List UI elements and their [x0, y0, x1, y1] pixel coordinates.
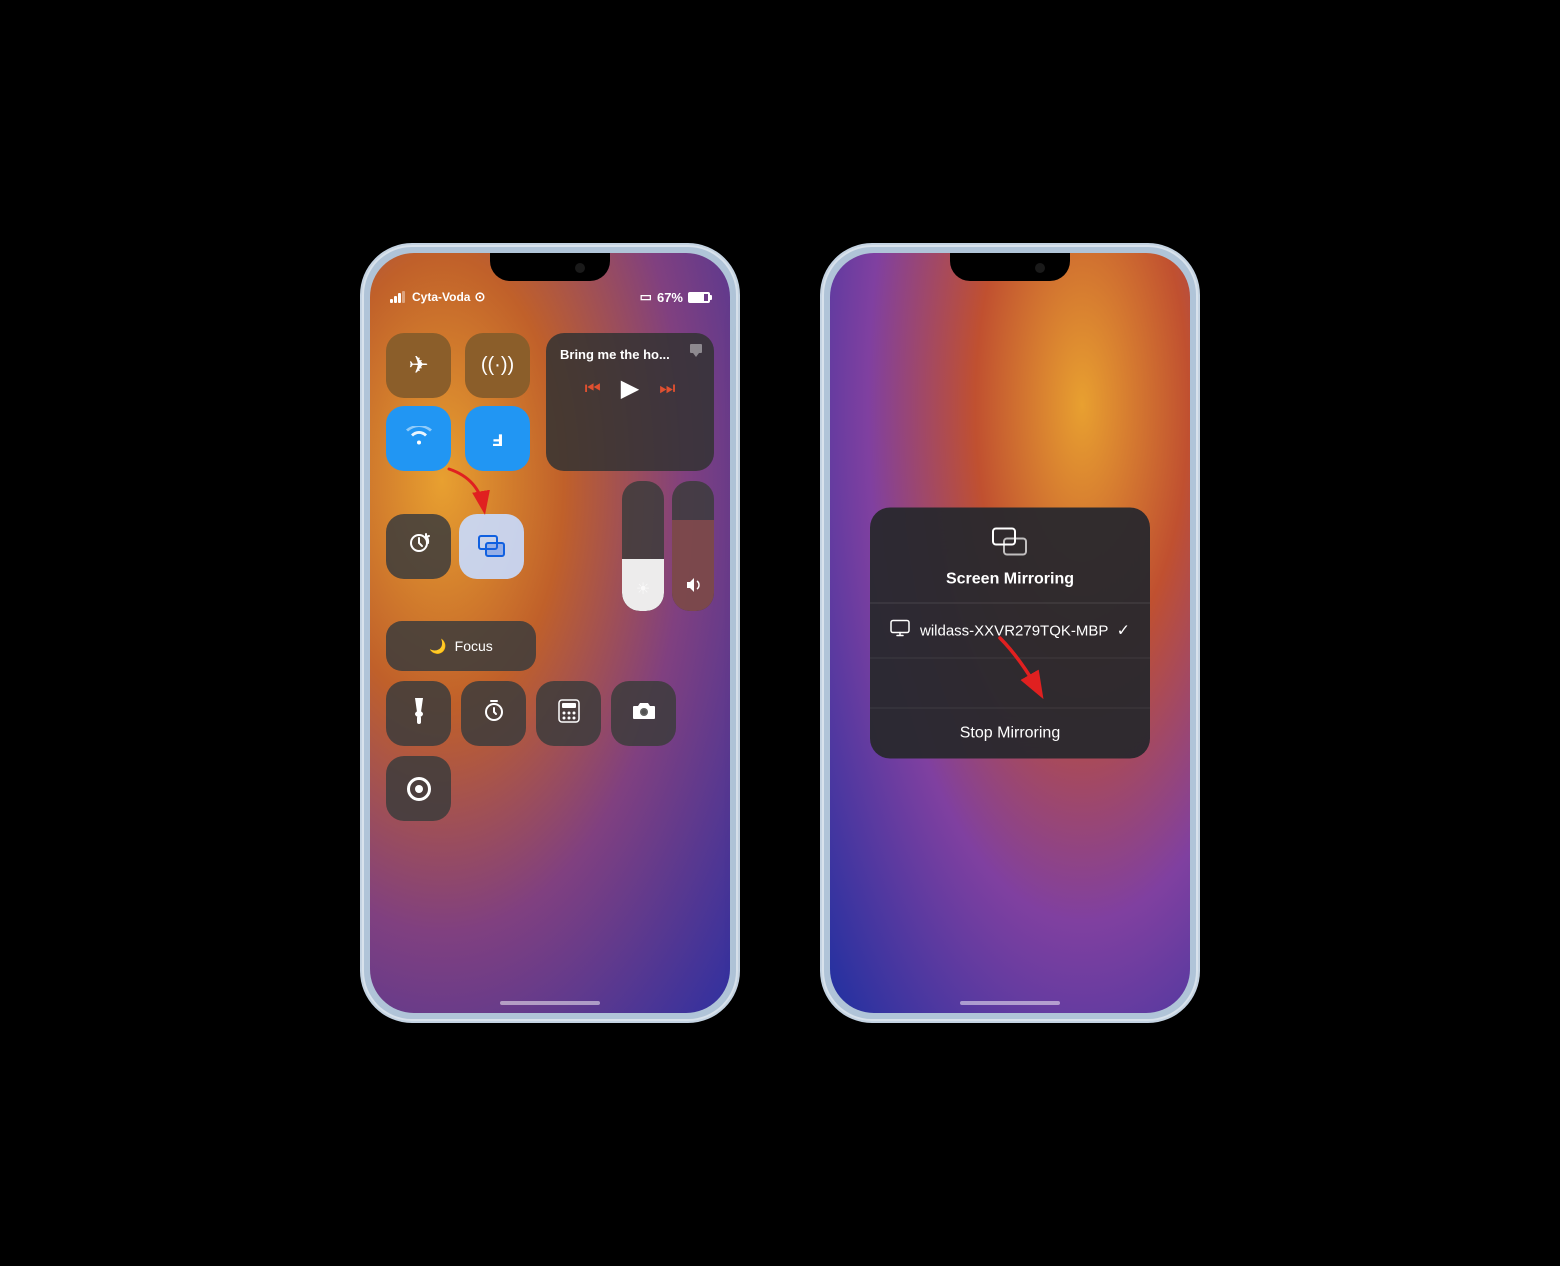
- cellular-button[interactable]: ((·)): [465, 333, 530, 398]
- screen-record-button[interactable]: [386, 756, 451, 821]
- device-row[interactable]: wildass-XXVR279TQK-MBP ✓: [870, 604, 1150, 659]
- signal-bars: [390, 291, 405, 303]
- rotation-lock-button[interactable]: [386, 514, 451, 579]
- cc-second-row-left: [386, 481, 524, 611]
- screen-mirroring-popup[interactable]: Screen Mirroring wildass-XXVR279TQK-MBP …: [870, 508, 1150, 759]
- phone-1-background: Cyta-Voda ⊙ ▭ 67%: [370, 253, 730, 1013]
- monitor-icon: [890, 620, 910, 642]
- bluetooth-icon: ⅎ: [492, 426, 503, 452]
- mirroring-header: Screen Mirroring: [870, 508, 1150, 604]
- home-indicator-2: [960, 1001, 1060, 1005]
- cellular-icon: ((·)): [481, 354, 514, 377]
- phone-2: Screen Mirroring wildass-XXVR279TQK-MBP …: [820, 243, 1200, 1023]
- home-indicator-1: [500, 1001, 600, 1005]
- airplane-mode-button[interactable]: ✈: [386, 333, 451, 398]
- cc-top-row: ✈ ((·)): [386, 333, 714, 471]
- calculator-icon: [558, 699, 580, 729]
- volume-slider[interactable]: [672, 481, 714, 611]
- cc-second-row: ☀: [386, 481, 714, 611]
- record-inner: [407, 777, 431, 801]
- focus-button[interactable]: 🌙 Focus: [386, 621, 536, 671]
- battery-percent: 67%: [657, 290, 683, 305]
- phone-1: Cyta-Voda ⊙ ▭ 67%: [360, 243, 740, 1023]
- brightness-slider[interactable]: ☀: [622, 481, 664, 611]
- status-bar-1: Cyta-Voda ⊙ ▭ 67%: [390, 289, 710, 305]
- bluetooth-button[interactable]: ⅎ: [465, 406, 530, 471]
- rotation-lock-icon: [407, 531, 431, 561]
- flashlight-icon: [410, 698, 428, 730]
- mirroring-icon: [992, 528, 1028, 563]
- next-track-button[interactable]: ⏭: [659, 378, 675, 399]
- phone-2-screen: Screen Mirroring wildass-XXVR279TQK-MBP …: [830, 253, 1190, 1013]
- notch-1: [490, 253, 610, 281]
- focus-label: Focus: [455, 638, 493, 654]
- camera-icon: [632, 701, 656, 727]
- brightness-icon: ☀: [636, 579, 650, 599]
- airplay-icon[interactable]: [688, 343, 704, 364]
- music-card[interactable]: Bring me the ho... ⏮ ▶ ⏭: [546, 333, 714, 471]
- status-right: ▭ 67%: [640, 289, 710, 305]
- flashlight-button[interactable]: [386, 681, 451, 746]
- cc-tools-row: [386, 681, 714, 746]
- prev-track-button[interactable]: ⏮: [585, 378, 601, 399]
- timer-button[interactable]: [461, 681, 526, 746]
- phone-2-background: Screen Mirroring wildass-XXVR279TQK-MBP …: [830, 253, 1190, 1013]
- wifi-icon: [406, 425, 432, 453]
- moon-icon: 🌙: [429, 638, 446, 655]
- status-left: Cyta-Voda ⊙: [390, 289, 485, 305]
- cc-connectivity-grid: ✈ ((·)): [386, 333, 536, 471]
- camera-button[interactable]: [611, 681, 676, 746]
- mirroring-title: Screen Mirroring: [946, 571, 1074, 589]
- checkmark-icon: ✓: [1117, 621, 1130, 641]
- empty-row: [870, 659, 1150, 709]
- control-center-panel: ✈ ((·)): [386, 333, 714, 821]
- phone-1-screen: Cyta-Voda ⊙ ▭ 67%: [370, 253, 730, 1013]
- cc-sliders: ☀: [622, 481, 714, 611]
- screen-mirror-wrapper: [459, 514, 524, 579]
- music-title: Bring me the ho...: [560, 347, 700, 362]
- stop-mirroring-button[interactable]: Stop Mirroring: [870, 709, 1150, 759]
- airplane-icon: ✈: [408, 351, 428, 380]
- screen-mirror-button[interactable]: [459, 514, 524, 579]
- carrier-text: Cyta-Voda: [412, 290, 470, 304]
- record-dot: [415, 785, 423, 793]
- notch-2: [950, 253, 1070, 281]
- screen-mirroring-icon: ▭: [640, 289, 652, 305]
- wifi-status-icon: ⊙: [474, 289, 485, 305]
- calculator-button[interactable]: [536, 681, 601, 746]
- volume-icon: [684, 576, 702, 599]
- timer-icon: [482, 699, 506, 729]
- battery-icon: [688, 292, 710, 303]
- play-button[interactable]: ▶: [621, 374, 639, 403]
- cc-focus-row: 🌙 Focus: [386, 621, 714, 671]
- wifi-button[interactable]: [386, 406, 451, 471]
- device-name-text: wildass-XXVR279TQK-MBP: [920, 622, 1117, 639]
- music-controls: ⏮ ▶ ⏭: [560, 374, 700, 403]
- cc-record-row: [386, 756, 714, 821]
- stop-mirroring-label: Stop Mirroring: [960, 725, 1060, 743]
